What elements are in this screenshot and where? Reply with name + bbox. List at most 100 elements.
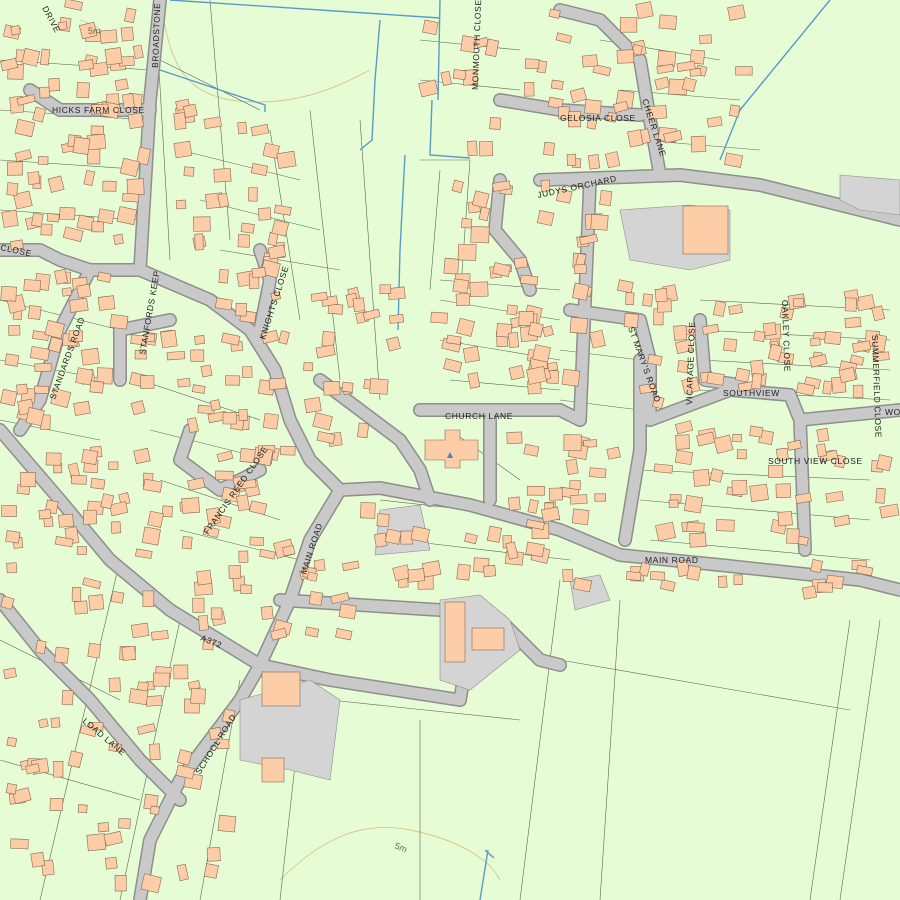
building-footprint	[21, 47, 41, 67]
map-canvas[interactable]: DRIVE BROADSTONE HICKS FARM CLOSE CLOSE …	[0, 0, 900, 900]
building-footprint	[817, 582, 833, 593]
building-footprint	[35, 639, 47, 655]
building-footprint	[118, 818, 131, 829]
building-footprint	[150, 630, 169, 641]
building-footprint	[460, 217, 473, 229]
building-footprint	[194, 233, 204, 251]
building-footprint	[89, 380, 104, 394]
building-footprint	[102, 180, 117, 192]
building-footprint	[749, 483, 769, 502]
building-footprint	[723, 338, 738, 352]
building-footprint	[323, 381, 341, 396]
large-building	[682, 205, 729, 255]
building-footprint	[34, 362, 52, 373]
building-footprint	[58, 513, 74, 528]
building-footprint	[177, 378, 191, 388]
building-footprint	[376, 513, 390, 528]
building-footprint	[573, 264, 587, 275]
building-footprint	[160, 329, 178, 349]
building-footprint	[306, 571, 318, 582]
building-footprint	[844, 297, 857, 312]
building-footprint	[203, 863, 219, 879]
building-footprint	[303, 362, 314, 372]
building-footprint	[206, 847, 221, 862]
building-footprint	[190, 349, 205, 362]
building-footprint	[626, 571, 642, 581]
building-footprint	[467, 140, 478, 157]
building-footprint	[735, 66, 753, 76]
building-footprint	[683, 494, 704, 514]
building-footprint	[30, 851, 46, 868]
building-footprint	[97, 208, 115, 225]
building-footprint	[145, 695, 163, 707]
building-footprint	[379, 284, 392, 294]
building-footprint	[251, 267, 267, 279]
building-footprint	[152, 672, 171, 687]
building-footprint	[527, 321, 544, 338]
building-footprint	[768, 465, 784, 478]
building-footprint	[816, 427, 830, 443]
building-footprint	[59, 207, 76, 221]
building-footprint	[507, 496, 521, 511]
building-footprint	[717, 575, 728, 588]
building-footprint	[110, 590, 125, 604]
building-footprint	[519, 274, 539, 286]
label-wo: WO	[885, 407, 900, 417]
building-footprint	[20, 472, 36, 488]
building-footprint	[508, 332, 520, 348]
building-footprint	[149, 805, 160, 815]
building-footprint	[489, 117, 502, 130]
building-footprint	[304, 396, 322, 414]
building-footprint	[45, 452, 62, 466]
building-footprint	[338, 603, 357, 620]
building-footprint	[699, 34, 713, 45]
building-footprint	[590, 213, 609, 231]
building-footprint	[642, 293, 654, 307]
building-footprint	[657, 50, 677, 68]
building-footprint	[77, 804, 88, 814]
building-footprint	[536, 209, 555, 227]
building-footprint	[810, 558, 824, 574]
building-footprint	[692, 468, 711, 487]
building-footprint	[526, 366, 547, 385]
building-footprint	[566, 153, 577, 166]
building-footprint	[627, 129, 644, 148]
building-footprint	[238, 408, 248, 421]
building-footprint	[508, 365, 525, 381]
building-footprint	[49, 797, 64, 812]
building-footprint	[386, 336, 401, 352]
building-footprint	[513, 256, 528, 269]
building-footprint	[653, 463, 673, 474]
building-footprint	[777, 511, 793, 527]
building-footprint	[215, 470, 234, 481]
building-footprint	[543, 141, 555, 156]
building-footprint	[587, 154, 601, 170]
building-footprint	[658, 14, 678, 30]
building-footprint	[635, 1, 654, 20]
building-footprint	[76, 81, 90, 99]
building-footprint	[39, 86, 51, 99]
building-footprint	[308, 590, 324, 606]
building-footprint	[792, 298, 804, 307]
building-footprint	[110, 521, 122, 534]
building-footprint	[462, 346, 481, 364]
building-footprint	[248, 187, 258, 202]
building-footprint	[97, 822, 110, 833]
building-footprint	[181, 536, 193, 550]
building-footprint	[565, 458, 579, 476]
building-footprint	[240, 222, 255, 234]
building-footprint	[280, 445, 296, 456]
building-footprint	[675, 434, 690, 450]
building-footprint	[114, 78, 129, 92]
building-footprint	[190, 687, 207, 705]
building-footprint	[526, 485, 545, 496]
building-footprint	[523, 81, 535, 97]
building-footprint	[76, 214, 95, 231]
building-footprint	[706, 116, 723, 128]
building-footprint	[217, 814, 237, 833]
building-footprint	[824, 330, 842, 345]
building-footprint	[550, 79, 564, 90]
building-footprint	[210, 399, 221, 411]
building-footprint	[46, 212, 60, 223]
building-footprint	[262, 412, 279, 430]
